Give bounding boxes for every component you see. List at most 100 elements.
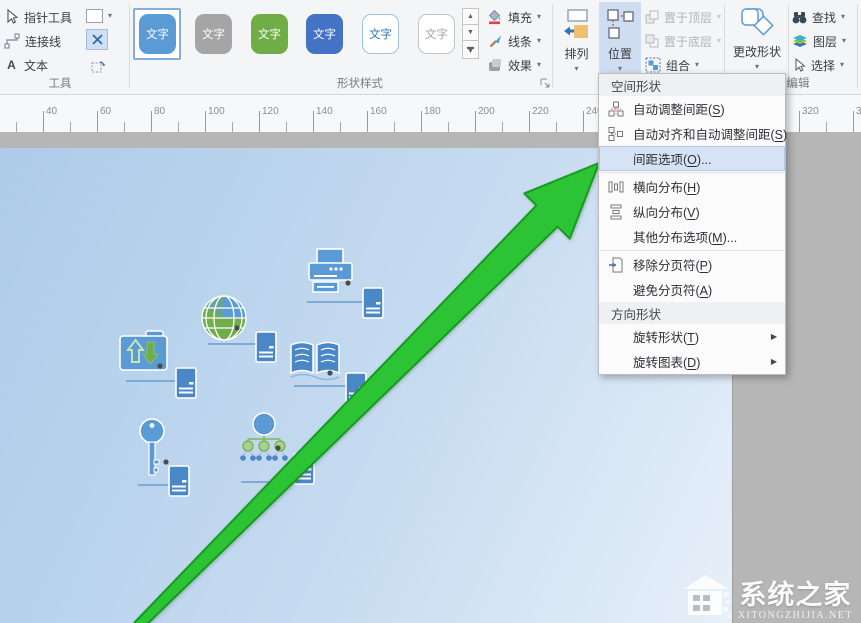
text-tool-button[interactable]: A 文本 — [4, 54, 58, 76]
layers-label: 图层 — [813, 33, 837, 50]
ruler-tick — [286, 122, 287, 132]
chevron-down-icon: ▾ — [755, 63, 759, 71]
change-shape-icon — [740, 8, 774, 38]
ruler-tick — [853, 111, 854, 132]
shape-folder-cluster[interactable] — [118, 330, 210, 400]
swatch-button[interactable]: ▾ — [86, 5, 118, 27]
menu-item-rotate-shapes[interactable]: 旋转形状(T) ▶ — [599, 324, 785, 349]
style-gallery-item-3[interactable]: 文字 — [251, 14, 288, 54]
connection-point — [163, 459, 168, 464]
style-gallery-item-2[interactable]: 文字 — [195, 14, 232, 54]
ruler-tick-label: 160 — [370, 106, 387, 117]
pointer-icon — [4, 9, 19, 25]
x-mode-button[interactable] — [86, 29, 108, 50]
menu-separator — [600, 250, 784, 251]
shape-printer-cluster[interactable] — [303, 248, 395, 322]
style-gallery-item-1[interactable]: 文字 — [139, 14, 176, 54]
menu-item-avoid-page-breaks[interactable]: 避免分页符(A) — [599, 277, 785, 302]
arrange-button[interactable]: 排列 ▾ — [556, 2, 597, 92]
chevron-down-icon: ▾ — [841, 13, 845, 21]
menu-section-space-shapes: 空间形状 — [599, 74, 785, 96]
shape-hierarchy-cluster[interactable] — [236, 412, 336, 490]
connection-point — [234, 325, 239, 330]
effects-icon — [487, 57, 503, 73]
ruler-tick-label: 40 — [46, 106, 57, 117]
chevron-down-icon: ▾ — [717, 37, 721, 45]
shape-globe-cluster[interactable] — [198, 292, 290, 366]
printer-icon — [309, 249, 352, 292]
watermark: 系统之家 XITONGZHIJIA.NET — [682, 573, 853, 621]
fill-label: 填充 — [508, 9, 532, 26]
menu-item-auto-align-space[interactable]: 自动对齐和自动调整间距(S) — [599, 121, 785, 146]
server-icon — [294, 454, 314, 484]
arrange-icon — [563, 8, 591, 40]
style-gallery-item-5[interactable]: 文字 — [362, 14, 399, 54]
menu-section-orient-shapes: 方向形状 — [599, 302, 785, 324]
auto-space-icon — [605, 101, 627, 117]
ruler-tick — [394, 122, 395, 132]
menu-item-auto-space[interactable]: 自动调整间距(S) — [599, 96, 785, 121]
connection-point — [275, 445, 280, 450]
watermark-site-url: XITONGZHIJIA.NET — [738, 610, 853, 621]
server-icon — [169, 466, 189, 496]
group-label: 组合 — [666, 57, 690, 74]
ruler-tick-label: 120 — [262, 106, 279, 117]
arrange-label: 排列 — [564, 45, 588, 62]
watermark-site-name: 系统之家 — [739, 573, 851, 612]
line-button[interactable]: 线条 ▾ — [487, 30, 549, 52]
find-button[interactable]: 查找 ▾ — [792, 6, 856, 28]
ruler-tick — [583, 111, 584, 132]
menu-item-more-distribute-options[interactable]: 其他分布选项(M)... — [599, 224, 785, 249]
select-button[interactable]: 选择 ▾ — [792, 54, 856, 76]
ruler-tick — [421, 111, 422, 132]
ruler-tick — [313, 111, 314, 132]
chevron-down-icon: ▾ — [108, 12, 112, 20]
menu-item-remove-page-breaks[interactable]: 移除分页符(P) — [599, 252, 785, 277]
chevron-down-icon: ▾ — [537, 13, 541, 21]
submenu-arrow-icon: ▶ — [771, 357, 777, 366]
rotate-tool-icon — [89, 56, 107, 74]
shape-key-cluster[interactable] — [136, 418, 216, 506]
gallery-scroll-up-button[interactable]: ▲ — [462, 8, 479, 25]
ruler-tick — [232, 122, 233, 132]
chevron-down-icon: ▾ — [842, 37, 846, 45]
menu-item-rotate-diagram[interactable]: 旋转图表(D) ▶ — [599, 349, 785, 374]
position-label: 位置 — [608, 45, 632, 62]
submenu-arrow-icon: ▶ — [771, 332, 777, 341]
menu-item-distribute-vertical[interactable]: 纵向分布(V) — [599, 199, 785, 224]
position-dropdown-menu: 空间形状 自动调整间距(S) 自动对齐 — [598, 73, 786, 375]
fill-swatch-icon — [86, 9, 103, 23]
dialog-launcher-icon[interactable] — [539, 77, 551, 89]
rotate-tool-button[interactable] — [87, 54, 109, 76]
shape-book-cluster[interactable] — [286, 338, 378, 408]
menu-item-distribute-horizontal[interactable]: 横向分布(H) — [599, 174, 785, 199]
fill-button[interactable]: 填充 ▾ — [487, 6, 549, 28]
style-gallery-item-6[interactable]: 文字 — [418, 14, 455, 54]
ruler-tick-label: 340 — [856, 106, 861, 117]
ruler-tick — [556, 122, 557, 132]
ruler-tick — [340, 122, 341, 132]
auto-align-space-icon — [605, 126, 627, 142]
menu-separator — [600, 172, 784, 173]
bring-to-front-button[interactable]: 置于顶层 ▾ — [645, 6, 721, 28]
send-to-back-label: 置于底层 — [664, 33, 712, 50]
menu-item-spacing-options[interactable]: 间距选项(O)... — [599, 146, 785, 171]
select-cursor-icon — [792, 58, 806, 73]
chevron-down-icon: ▾ — [618, 65, 622, 73]
ruler-tick-label: 220 — [532, 106, 549, 117]
pointer-tool-button[interactable]: 指针工具 — [4, 6, 84, 28]
send-to-back-button[interactable]: 置于底层 ▾ — [645, 30, 721, 52]
ruler-tick — [259, 111, 260, 132]
layers-button[interactable]: 图层 ▾ — [792, 30, 856, 52]
gallery-more-button[interactable]: ▬▼ — [462, 40, 479, 59]
text-tool-label: 文本 — [24, 57, 48, 74]
connector-tool-button[interactable]: 连接线 — [4, 30, 68, 52]
ruler-tick — [151, 111, 152, 132]
effects-button[interactable]: 效果 ▾ — [487, 54, 549, 76]
bring-to-front-label: 置于顶层 — [664, 9, 712, 26]
x-icon — [92, 34, 103, 45]
gallery-scroll-down-button[interactable]: ▼ — [462, 24, 479, 41]
ruler-tick — [799, 111, 800, 132]
layers-icon — [792, 34, 808, 48]
style-gallery-item-4[interactable]: 文字 — [306, 14, 343, 54]
